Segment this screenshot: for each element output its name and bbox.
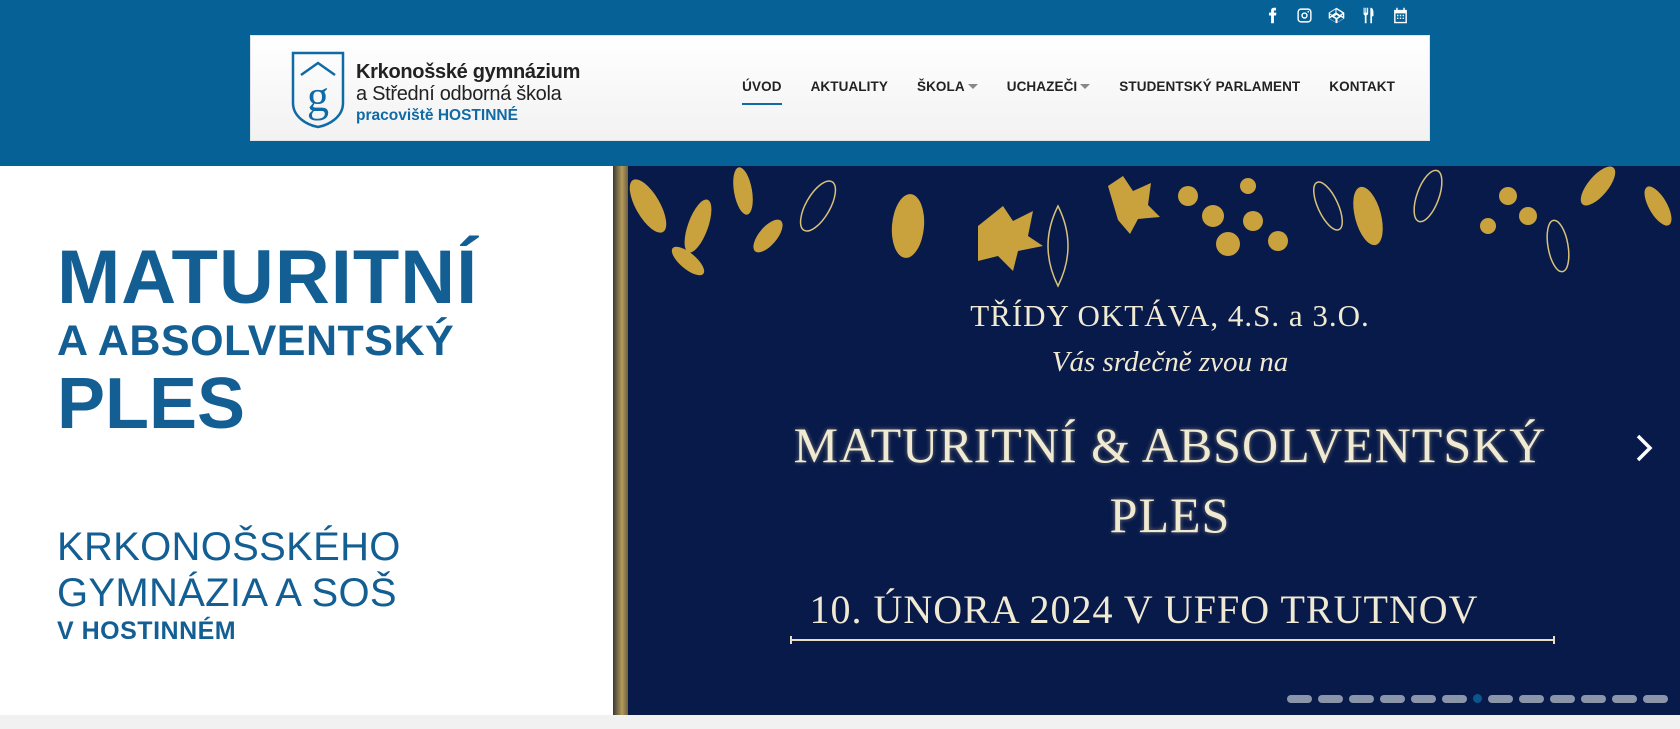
slider-dot[interactable] [1519,694,1544,703]
slider-dot[interactable] [1473,694,1482,703]
logo-line-3: pracoviště HOSTINNÉ [356,107,518,124]
menu-item-aktuality[interactable]: AKTUALITY [811,73,888,99]
slider-dot[interactable] [1442,694,1467,703]
site-logo[interactable]: g Krkonošské gymnázium a Střední odborná… [289,47,580,129]
slider-next-button[interactable] [1630,428,1658,468]
menu-item-studentsky-parlament[interactable]: STUDENTSKÝ PARLAMENT [1119,73,1300,99]
slider-dot[interactable] [1380,694,1405,703]
menu-item-uvod[interactable]: ÚVOD [742,73,782,105]
instagram-icon[interactable] [1295,6,1314,25]
slide-text-invite: Vás srdečně zvou na [1051,346,1289,378]
slide-text-classes: TŘÍDY OKTÁVA, 4.S. a 3.O. [970,298,1370,333]
header-band: g Krkonošské gymnázium a Střední odborná… [0,0,1680,166]
hero-title-line-3: PLES [57,364,246,444]
main-menu: ÚVOD AKTUALITY ŠKOLA UCHAZEČI STUDENTSKÝ… [742,73,1395,105]
slider-dot[interactable] [1643,694,1668,703]
chevron-down-icon [967,83,978,89]
slider-dot[interactable] [1318,694,1343,703]
svg-text:g: g [307,72,329,121]
menu-item-kontakt[interactable]: KONTAKT [1329,73,1395,99]
slide-text-title: MATURITNÍ & ABSOLVENTSKÝ [793,417,1547,473]
facebook-icon[interactable] [1263,6,1282,25]
school-crest-icon: g [291,51,345,129]
menu-item-uchazeci[interactable]: UCHAZEČI [1007,73,1091,99]
hero-slider: MATURITNÍ A ABSOLVENTSKÝ PLES KRKONOŠSKÉ… [0,166,1680,715]
menu-item-skola[interactable]: ŠKOLA [917,73,978,99]
slider-dot[interactable] [1581,694,1606,703]
slide-text-date: 10. ÚNORA 2024 V UFFO TRUTNOV [809,587,1479,632]
codepen-icon[interactable] [1327,6,1346,25]
social-links [1263,6,1410,25]
slide-text-title-2: PLES [1109,487,1231,543]
chevron-down-icon [1080,83,1091,89]
slide-date-underline [790,636,1555,644]
slider-dot[interactable] [1411,694,1436,703]
slider-dot[interactable] [1287,694,1312,703]
hero-title-line-2: A ABSOLVENTSKÝ [57,317,455,365]
hero-subtitle: KRKONOŠSKÉHO GYMNÁZIA A SOŠ [57,525,401,615]
slider-dot[interactable] [1349,694,1374,703]
hero-title-line-1: MATURITNÍ [57,235,479,320]
cutlery-icon[interactable] [1359,6,1378,25]
gold-leaves-decoration [629,166,1672,288]
logo-line-2: a Střední odborná škola [356,83,562,105]
logo-line-1: Krkonošské gymnázium [356,61,581,83]
slider-dot[interactable] [1612,694,1637,703]
slider-pagination [1287,694,1668,703]
chevron-right-icon [1636,434,1653,462]
hero-subtitle-location: V HOSTINNÉM [57,617,237,645]
slider-dot[interactable] [1550,694,1575,703]
navbar: g Krkonošské gymnázium a Střední odborná… [250,35,1430,141]
slider-dot[interactable] [1488,694,1513,703]
hero-caption: MATURITNÍ A ABSOLVENTSKÝ PLES KRKONOŠSKÉ… [0,166,613,715]
calendar-icon[interactable] [1391,6,1410,25]
